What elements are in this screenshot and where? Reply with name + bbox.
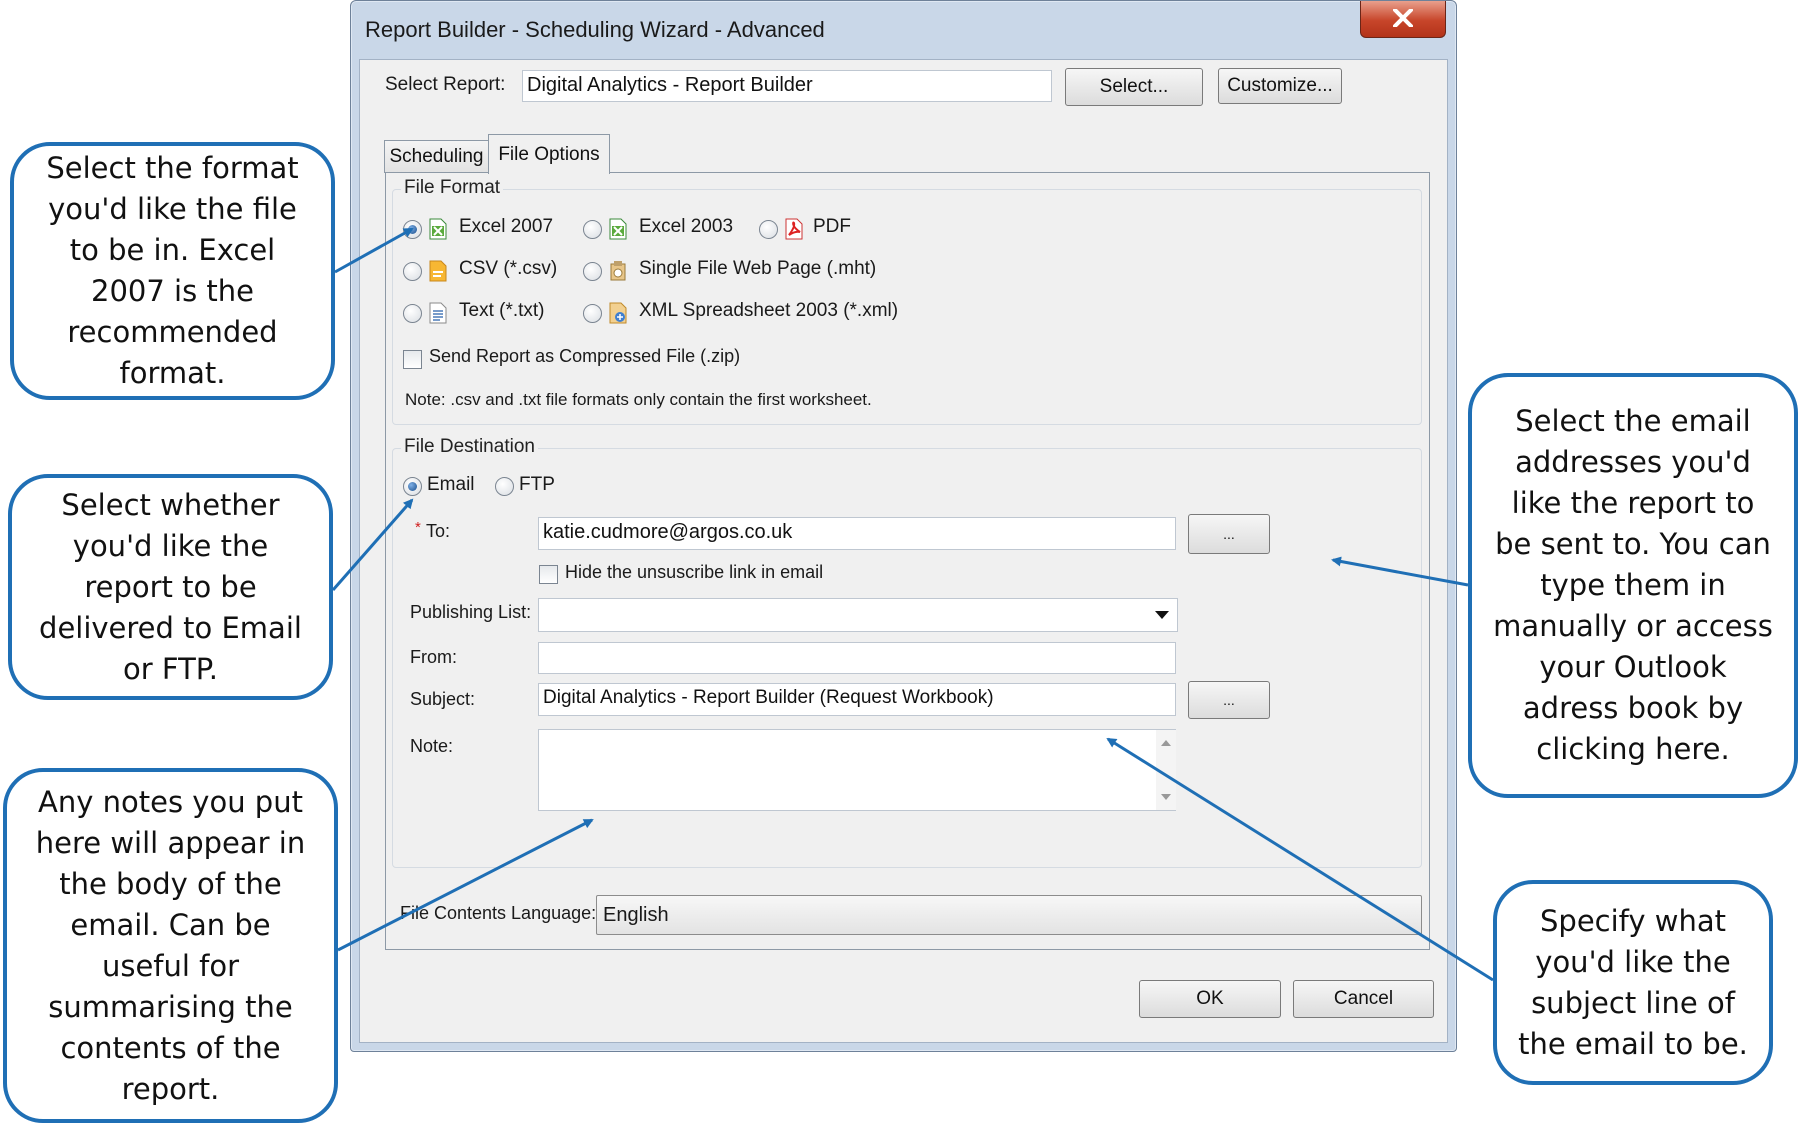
required-marker: * (415, 519, 421, 536)
compress-checkbox[interactable] (403, 350, 422, 369)
format-note: Note: .csv and .txt file formats only co… (405, 390, 872, 409)
hide-unsubscribe-checkbox[interactable] (539, 565, 558, 584)
dialog-client-area: Select Report: Digital Analytics - Repor… (359, 59, 1448, 1043)
web-page-icon (610, 261, 626, 281)
file-destination-group: File Destination Email FTP * To: katie.c… (392, 436, 1422, 868)
callout-email-notes: Any notes you put here will appear in th… (3, 768, 338, 1123)
excel-2003-icon (609, 218, 627, 240)
pdf-icon (785, 218, 803, 240)
publishing-list-label: Publishing List: (410, 602, 532, 622)
radio-text[interactable] (403, 304, 422, 323)
chevron-down-icon (1155, 611, 1169, 619)
tab-scheduling[interactable]: Scheduling (384, 140, 489, 173)
excel-2007-label: Excel 2007 (459, 216, 554, 237)
subject-options-button[interactable]: ... (1188, 681, 1270, 719)
web-page-label: Single File Web Page (.mht) (639, 258, 877, 279)
language-label: File Contents Language: (400, 903, 597, 923)
address-book-button[interactable]: ... (1188, 514, 1270, 554)
file-destination-title: File Destination (401, 436, 538, 458)
callout-file-destination: Select whether you'd like the report to … (8, 474, 333, 700)
text-file-icon (429, 302, 447, 324)
radio-xml[interactable] (583, 304, 602, 323)
compress-label: Send Report as Compressed File (.zip) (429, 346, 741, 366)
select-report-button[interactable]: Select... (1065, 68, 1203, 106)
from-field[interactable] (538, 642, 1176, 674)
window-title: Report Builder - Scheduling Wizard - Adv… (365, 17, 825, 42)
cancel-button[interactable]: Cancel (1293, 980, 1434, 1018)
note-scrollbar[interactable] (1156, 730, 1176, 810)
select-report-label: Select Report: (385, 74, 506, 95)
publishing-list-dropdown[interactable] (538, 598, 1178, 632)
customize-button[interactable]: Customize... (1218, 68, 1342, 104)
callout-subject-line: Specify what you'd like the subject line… (1493, 880, 1773, 1085)
scroll-arrows-icon (1161, 740, 1171, 800)
excel-2003-label: Excel 2003 (639, 216, 734, 237)
close-button[interactable] (1360, 1, 1446, 38)
pdf-label: PDF (813, 216, 851, 237)
excel-2007-icon (429, 218, 447, 240)
to-field[interactable]: katie.cudmore@argos.co.uk (538, 517, 1176, 550)
ftp-label: FTP (519, 474, 555, 495)
xml-label: XML Spreadsheet 2003 (*.xml) (639, 300, 899, 321)
radio-excel-2003[interactable] (583, 220, 602, 239)
file-format-title: File Format (401, 177, 504, 199)
radio-email[interactable] (403, 477, 422, 496)
scheduling-wizard-dialog: Report Builder - Scheduling Wizard - Adv… (350, 0, 1457, 1052)
email-label: Email (427, 474, 475, 495)
file-options-panel: File Format Excel 2007 Excel 2003 PDF CS… (385, 172, 1430, 950)
xml-spreadsheet-icon (609, 302, 627, 324)
language-value: English (603, 904, 669, 926)
title-bar[interactable]: Report Builder - Scheduling Wizard - Adv… (351, 1, 1456, 59)
radio-excel-2007[interactable] (403, 220, 422, 239)
select-report-field[interactable]: Digital Analytics - Report Builder (522, 70, 1052, 102)
to-label: To: (426, 521, 451, 541)
file-format-group: File Format Excel 2007 Excel 2003 PDF CS… (392, 177, 1422, 425)
csv-icon (429, 260, 447, 282)
subject-field[interactable]: Digital Analytics - Report Builder (Requ… (538, 683, 1176, 716)
radio-ftp[interactable] (495, 477, 514, 496)
csv-label: CSV (*.csv) (459, 258, 558, 279)
hide-unsubscribe-label: Hide the unsuscribe link in email (565, 562, 824, 582)
callout-email-addresses: Select the email addresses you'd like th… (1468, 373, 1798, 798)
radio-pdf[interactable] (759, 220, 778, 239)
subject-label: Subject: (410, 689, 476, 709)
note-field[interactable] (538, 729, 1176, 811)
radio-csv[interactable] (403, 262, 422, 281)
text-label: Text (*.txt) (459, 300, 545, 321)
close-icon (1393, 9, 1413, 27)
ok-button[interactable]: OK (1139, 980, 1281, 1018)
note-label: Note: (410, 736, 454, 756)
callout-file-format: Select the format you'd like the file to… (10, 142, 335, 400)
tab-file-options[interactable]: File Options (488, 134, 610, 174)
from-label: From: (410, 647, 457, 667)
radio-web-page[interactable] (583, 262, 602, 281)
language-dropdown[interactable]: English (596, 895, 1422, 935)
